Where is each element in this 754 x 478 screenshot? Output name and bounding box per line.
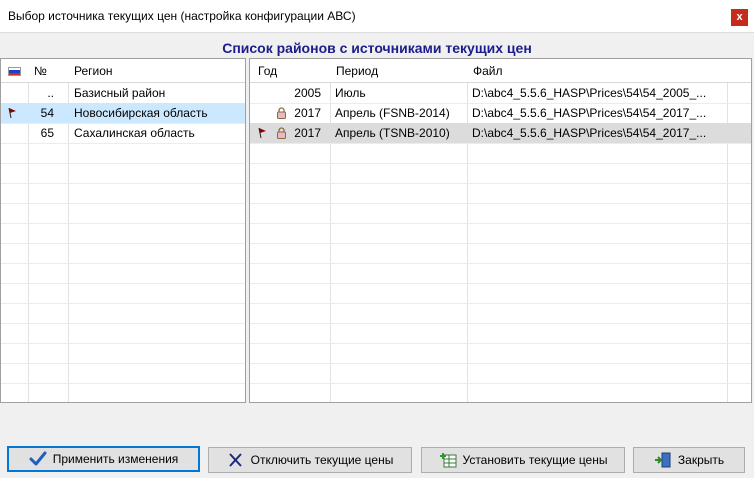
row-divider	[250, 343, 751, 344]
row-divider	[250, 143, 751, 144]
title-bar: Выбор источника текущих цен (настройка к…	[0, 0, 754, 32]
source-file: D:\abc4_5.5.6_HASP\Prices\54\54_2017_...	[472, 126, 707, 140]
row-divider	[1, 363, 245, 364]
source-file: D:\abc4_5.5.6_HASP\Prices\54\54_2005_...	[472, 86, 707, 100]
price-source-row[interactable]: 2017 Апрель (FSNB-2014) D:\abc4_5.5.6_HASP…	[250, 103, 751, 123]
regions-header: № Регион	[1, 59, 245, 83]
row-divider	[250, 223, 751, 224]
region-name: Сахалинская область	[74, 126, 195, 140]
source-year: 2005	[294, 86, 321, 100]
door-exit-icon	[654, 452, 672, 468]
source-period: Апрель (FSNB-2014)	[335, 106, 450, 120]
row-divider	[250, 303, 751, 304]
row-divider	[1, 263, 245, 264]
column-header-region[interactable]: Регион	[69, 59, 113, 83]
close-window-button[interactable]: x	[731, 9, 748, 26]
russian-flag-icon	[8, 67, 21, 76]
row-divider	[1, 243, 245, 244]
region-row[interactable]: .. Базисный район	[1, 83, 245, 103]
row-divider	[1, 183, 245, 184]
row-divider	[250, 183, 751, 184]
table-plus-icon	[439, 452, 457, 468]
regions-grid[interactable]: № Регион .. Базисный район 54 Новосибирская…	[0, 58, 246, 403]
pennant-icon	[8, 107, 16, 119]
apply-changes-label: Применить изменения	[52, 452, 179, 466]
close-button[interactable]: Закрыть	[633, 447, 745, 473]
source-period: Апрель (TSNB-2010)	[335, 126, 450, 140]
source-file: D:\abc4_5.5.6_HASP\Prices\54\54_2017_...	[472, 106, 707, 120]
region-row[interactable]: 65 Сахалинская область	[1, 123, 245, 143]
price-source-row[interactable]: 2017 Апрель (TSNB-2010) D:\abc4_5.5.6_HASP…	[250, 123, 751, 143]
row-divider	[250, 203, 751, 204]
row-divider	[1, 303, 245, 304]
region-num: 54	[40, 106, 54, 120]
price-sources-grid[interactable]: Год Период Файл 2005 Июль D:\abc4_5.5.6_HA…	[249, 58, 752, 403]
close-label: Закрыть	[677, 453, 725, 467]
checkmark-icon	[29, 451, 47, 467]
source-year: 2017	[294, 126, 321, 140]
row-divider	[1, 163, 245, 164]
dialog-client-area: Список районов с источниками текущих цен…	[0, 32, 754, 478]
install-current-prices-button[interactable]: Установить текущие цены	[421, 447, 625, 473]
source-period: Июль	[335, 86, 366, 100]
column-header-num[interactable]: №	[29, 59, 47, 83]
disable-current-prices-label: Отключить текущие цены	[250, 453, 394, 467]
row-divider	[250, 243, 751, 244]
row-divider	[1, 203, 245, 204]
row-divider	[250, 363, 751, 364]
region-name: Новосибирская область	[74, 106, 208, 120]
region-num: ..	[47, 86, 54, 100]
x-cross-icon	[227, 452, 245, 468]
pennant-icon	[258, 127, 266, 139]
row-divider	[250, 383, 751, 384]
header-band: Список районов с источниками текущих цен	[0, 38, 754, 58]
region-num: 65	[40, 126, 54, 140]
source-year: 2017	[294, 106, 321, 120]
row-divider	[250, 283, 751, 284]
install-current-prices-label: Установить текущие цены	[462, 453, 608, 467]
column-header-period[interactable]: Период	[331, 59, 378, 83]
price-source-row[interactable]: 2005 Июль D:\abc4_5.5.6_HASP\Prices\54\54_…	[250, 83, 751, 103]
row-divider	[250, 263, 751, 264]
lock-icon	[277, 127, 286, 139]
row-divider	[1, 343, 245, 344]
region-name: Базисный район	[74, 86, 166, 100]
list-heading: Список районов с источниками текущих цен	[222, 40, 532, 56]
row-divider	[1, 223, 245, 224]
row-divider	[1, 283, 245, 284]
row-divider	[250, 323, 751, 324]
row-divider	[250, 163, 751, 164]
sources-header: Год Период Файл	[250, 59, 751, 83]
row-divider	[1, 383, 245, 384]
column-header-file[interactable]: Файл	[468, 59, 503, 83]
disable-current-prices-button[interactable]: Отключить текущие цены	[208, 447, 412, 473]
row-divider	[1, 143, 245, 144]
column-header-year[interactable]: Год	[253, 59, 277, 83]
region-row[interactable]: 54 Новосибирская область	[1, 103, 245, 123]
window-title: Выбор источника текущих цен (настройка к…	[8, 9, 356, 23]
row-divider	[1, 323, 245, 324]
lock-icon	[277, 107, 286, 119]
apply-changes-button[interactable]: Применить изменения	[7, 446, 200, 472]
